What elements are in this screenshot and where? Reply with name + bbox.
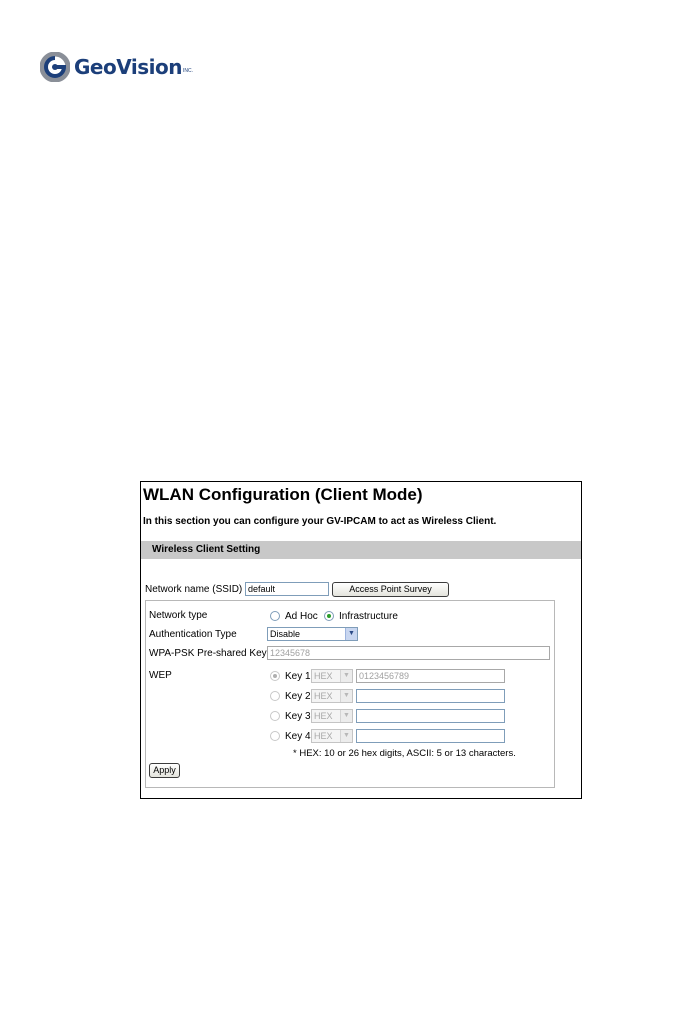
key2-input[interactable] xyxy=(356,689,505,703)
brand-name: GeoVision xyxy=(74,55,182,79)
wep-label: WEP xyxy=(149,670,172,681)
wpa-psk-input[interactable]: 12345678 xyxy=(267,646,550,660)
intro-text: In this section you can configure your G… xyxy=(143,516,497,527)
key3-radio[interactable] xyxy=(270,711,280,721)
key2-radio[interactable] xyxy=(270,691,280,701)
ssid-label: Network name (SSID) xyxy=(145,584,243,595)
adhoc-label: Ad Hoc xyxy=(285,611,318,622)
key3-format-value: HEX xyxy=(314,711,333,721)
wlan-config-panel: WLAN Configuration (Client Mode) In this… xyxy=(140,481,582,799)
key4-format-value: HEX xyxy=(314,731,333,741)
section-header: Wireless Client Setting xyxy=(141,541,581,559)
access-point-survey-button[interactable]: Access Point Survey xyxy=(332,582,449,597)
key2-format-select[interactable]: HEX ▼ xyxy=(311,689,353,703)
brand-tm: INC. xyxy=(182,68,193,74)
key4-radio[interactable] xyxy=(270,731,280,741)
chevron-down-icon[interactable]: ▼ xyxy=(345,628,357,640)
key1-radio[interactable] xyxy=(270,671,280,681)
page-title: WLAN Configuration (Client Mode) xyxy=(143,485,423,504)
chevron-down-icon[interactable]: ▼ xyxy=(340,690,352,702)
auth-type-value: Disable xyxy=(270,629,301,639)
chevron-down-icon[interactable]: ▼ xyxy=(340,730,352,742)
geovision-logo-icon xyxy=(39,51,71,83)
geovision-logo: GeoVision INC. xyxy=(39,50,193,84)
key1-format-select[interactable]: HEX ▼ xyxy=(311,669,353,683)
key2-format-value: HEX xyxy=(314,691,333,701)
key2-label: Key 2 xyxy=(285,691,311,702)
key1-input[interactable]: 0123456789 xyxy=(356,669,505,683)
key1-label: Key 1 xyxy=(285,671,311,682)
ssid-input[interactable]: default xyxy=(245,582,329,596)
wpa-psk-label: WPA-PSK Pre-shared Key xyxy=(149,648,267,659)
wep-note: * HEX: 10 or 26 hex digits, ASCII: 5 or … xyxy=(293,748,516,759)
network-type-label: Network type xyxy=(149,610,208,621)
key4-input[interactable] xyxy=(356,729,505,743)
adhoc-radio[interactable] xyxy=(270,611,280,621)
radio-selected-dot xyxy=(273,674,277,678)
radio-selected-dot xyxy=(327,614,331,618)
apply-button[interactable]: Apply xyxy=(149,763,180,778)
key3-format-select[interactable]: HEX ▼ xyxy=(311,709,353,723)
chevron-down-icon[interactable]: ▼ xyxy=(340,670,352,682)
auth-type-label: Authentication Type xyxy=(149,629,237,640)
key1-format-value: HEX xyxy=(314,671,333,681)
infrastructure-radio[interactable] xyxy=(324,611,334,621)
chevron-down-icon[interactable]: ▼ xyxy=(340,710,352,722)
key4-label: Key 4 xyxy=(285,731,311,742)
key4-format-select[interactable]: HEX ▼ xyxy=(311,729,353,743)
key3-label: Key 3 xyxy=(285,711,311,722)
auth-type-select[interactable]: Disable ▼ xyxy=(267,627,358,641)
infrastructure-label: Infrastructure xyxy=(339,611,398,622)
key3-input[interactable] xyxy=(356,709,505,723)
